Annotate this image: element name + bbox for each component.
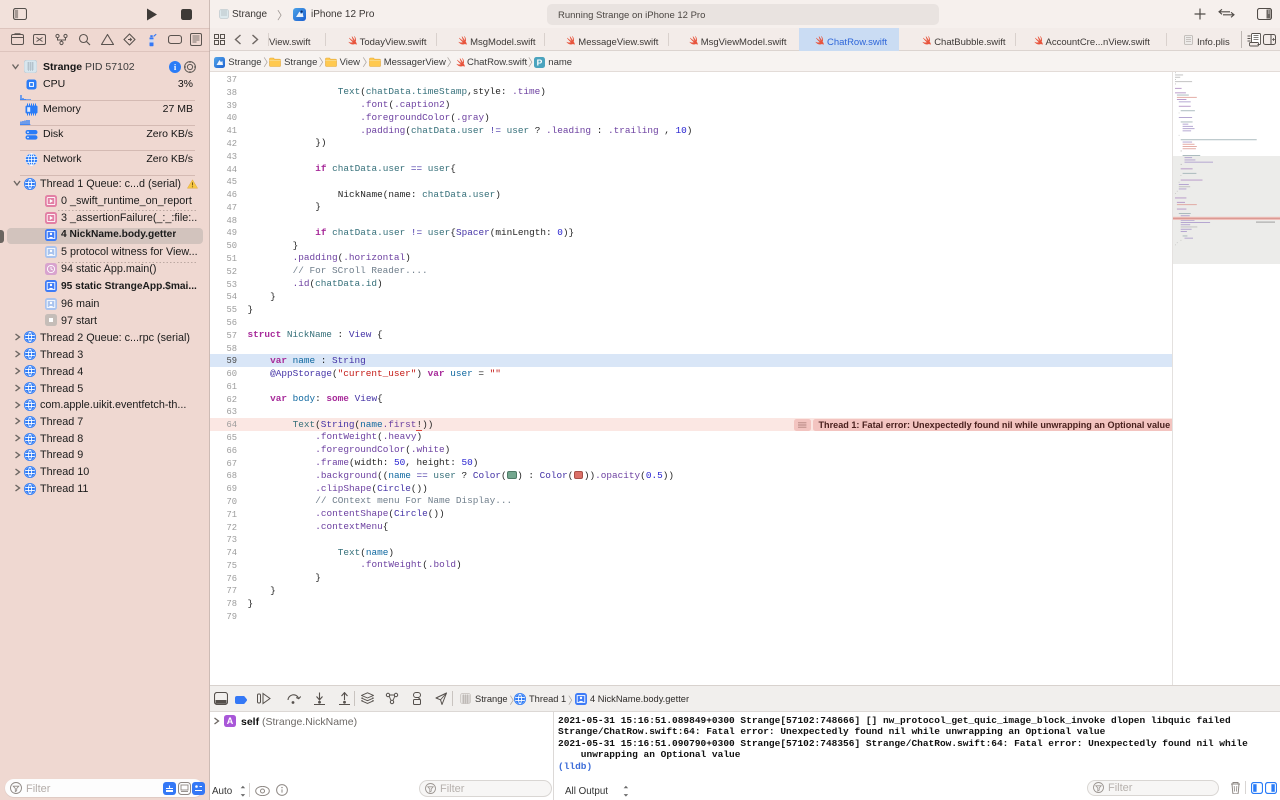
svg-text:P: P	[537, 57, 543, 67]
svg-text:A: A	[227, 716, 234, 726]
